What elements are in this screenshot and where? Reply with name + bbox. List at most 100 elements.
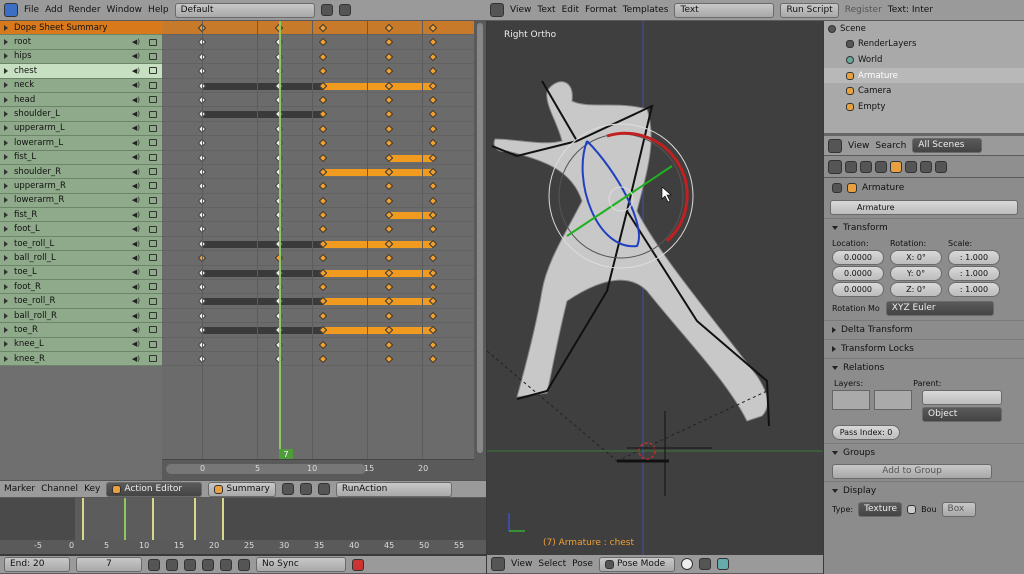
channel-row[interactable]: upperarm_R ◀) <box>0 179 162 194</box>
keyframe-row[interactable] <box>162 352 474 367</box>
keyframe-row[interactable] <box>162 136 474 151</box>
summary-toggle[interactable]: Summary <box>208 481 276 497</box>
keyframe[interactable] <box>428 340 438 349</box>
keyframe[interactable] <box>318 124 328 133</box>
expand-icon[interactable] <box>4 67 8 74</box>
expand-icon[interactable] <box>4 154 8 161</box>
keyframe[interactable] <box>428 196 438 205</box>
keyframe[interactable] <box>318 210 328 220</box>
lock-icon[interactable] <box>149 211 157 219</box>
channel-row[interactable]: lowerarm_R ◀) <box>0 193 162 209</box>
speaker-icon[interactable]: ◀) <box>132 312 140 320</box>
lock-icon[interactable] <box>149 268 157 276</box>
filter-icon[interactable] <box>317 483 330 495</box>
keyframe[interactable] <box>428 354 438 364</box>
keyframe[interactable] <box>428 254 438 263</box>
pass-index-field[interactable]: Pass Index: 0 <box>832 425 900 440</box>
close-layout-icon[interactable] <box>338 4 351 16</box>
channel-row[interactable]: chest ◀) <box>0 64 162 79</box>
keyframe-hold[interactable] <box>323 240 433 248</box>
expand-icon[interactable] <box>4 298 8 305</box>
menu-file[interactable]: File <box>24 5 39 15</box>
jump-end-icon[interactable] <box>238 558 250 571</box>
rotation-x-field[interactable]: X: 0° <box>890 250 942 265</box>
display-panel-header[interactable]: Display <box>824 481 1024 500</box>
register-checkbox[interactable]: Register <box>845 5 882 15</box>
channel-row[interactable]: fist_L ◀) <box>0 150 162 165</box>
keyframe-row[interactable] <box>162 237 474 252</box>
viewport-scene[interactable] <box>487 21 823 555</box>
keyframe[interactable] <box>384 38 394 47</box>
keyframe-row[interactable] <box>162 222 474 237</box>
lock-icon[interactable] <box>149 38 157 46</box>
expand-icon[interactable] <box>4 341 8 348</box>
outliner-row-scene[interactable]: Scene <box>824 21 1024 37</box>
expand-icon[interactable] <box>4 24 8 31</box>
keyframe[interactable] <box>384 23 394 33</box>
expand-icon[interactable] <box>4 269 8 276</box>
lock-icon[interactable] <box>149 153 157 161</box>
speaker-icon[interactable]: ◀) <box>132 297 140 305</box>
keyframe-row[interactable] <box>162 194 474 209</box>
info-editor-icon[interactable] <box>4 3 18 17</box>
dope-horizontal-scrollbar[interactable] <box>166 464 366 474</box>
bone-tab-icon[interactable] <box>935 160 947 173</box>
end-frame-field[interactable]: End: 20 <box>4 557 70 572</box>
text-editor-icon[interactable] <box>490 3 504 17</box>
menu-pose[interactable]: Pose <box>572 559 593 569</box>
properties-editor-icon[interactable] <box>828 159 842 174</box>
keyframe-row[interactable] <box>162 309 474 324</box>
keyframe[interactable] <box>318 153 328 162</box>
menu-templates[interactable]: Templates <box>623 5 669 15</box>
current-frame-line[interactable] <box>279 21 281 461</box>
expand-icon[interactable] <box>4 96 8 103</box>
keyframe[interactable] <box>318 23 328 33</box>
scale-y-field[interactable]: : 1.000 <box>948 266 1000 281</box>
channel-row[interactable]: neck ◀) <box>0 78 162 93</box>
keyframe-row[interactable] <box>162 64 474 79</box>
display-type-selector[interactable]: Texture <box>858 502 903 517</box>
timeline-ruler[interactable]: -5 0 5 10 15 20 25 30 35 40 45 50 55 <box>0 540 486 554</box>
speaker-icon[interactable]: ◀) <box>132 110 140 118</box>
lock-icon[interactable] <box>149 297 157 305</box>
channel-row[interactable]: head ◀) <box>0 92 162 108</box>
keyframe-row[interactable] <box>162 50 474 65</box>
keyframe[interactable] <box>428 282 438 292</box>
layout-selector[interactable]: Default <box>174 2 315 18</box>
channel-row[interactable]: hips ◀) <box>0 49 162 65</box>
outliner-row-empty[interactable]: Empty <box>824 99 1024 115</box>
keyframe-row[interactable] <box>162 208 474 223</box>
shading-icon[interactable] <box>680 558 693 570</box>
data-tab-icon[interactable] <box>920 160 932 173</box>
speaker-icon[interactable]: ◀) <box>132 240 140 248</box>
keyframe[interactable] <box>428 182 438 191</box>
channel-row[interactable]: foot_L ◀) <box>0 222 162 237</box>
channel-row[interactable]: root ◀) <box>0 35 162 50</box>
channel-row[interactable]: shoulder_R ◀) <box>0 164 162 180</box>
keyframe[interactable] <box>384 311 394 321</box>
parent-field[interactable] <box>922 390 1002 405</box>
render-tab-icon[interactable] <box>845 160 857 173</box>
mode-selector[interactable]: Pose Mode <box>598 556 675 572</box>
expand-icon[interactable] <box>4 53 8 60</box>
prev-key-icon[interactable] <box>166 558 178 571</box>
expand-icon[interactable] <box>4 226 8 233</box>
keyframe[interactable] <box>318 52 328 62</box>
expand-icon[interactable] <box>4 139 8 146</box>
keyframe-row[interactable] <box>162 323 474 338</box>
channel-row[interactable]: upperarm_L ◀) <box>0 121 162 137</box>
outliner-editor-icon[interactable] <box>828 138 842 153</box>
channel-row[interactable]: toe_R ◀) <box>0 323 162 338</box>
rotation-mode-selector[interactable]: XYZ Euler <box>885 301 994 316</box>
channel-row[interactable]: lowerarm_L ◀) <box>0 136 162 151</box>
expand-icon[interactable] <box>4 197 8 204</box>
menu-view[interactable]: View <box>510 5 531 15</box>
keyframe[interactable] <box>384 340 394 349</box>
speaker-icon[interactable]: ◀) <box>132 340 140 348</box>
keyframe-hold[interactable] <box>323 327 433 335</box>
lock-icon[interactable] <box>149 196 157 204</box>
keyframe-row[interactable] <box>162 21 474 36</box>
sync-selector[interactable]: No Sync <box>256 557 346 572</box>
transform-panel-header[interactable]: Transform <box>824 218 1024 237</box>
keyframe[interactable] <box>318 282 328 292</box>
